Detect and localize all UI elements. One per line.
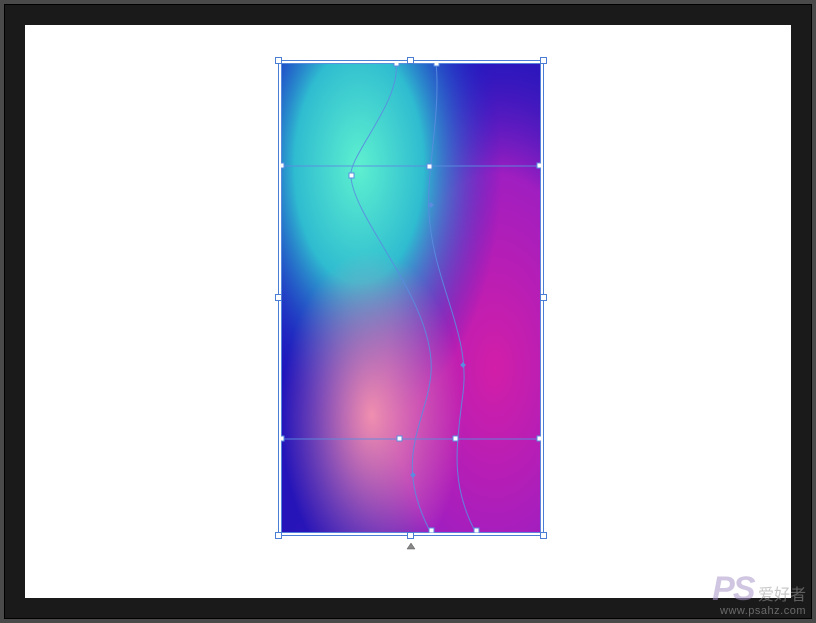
transform-handle-middle-left[interactable] <box>275 294 282 301</box>
app-frame <box>4 4 812 619</box>
transform-handle-top-right[interactable] <box>540 57 547 64</box>
transform-handle-bottom-right[interactable] <box>540 532 547 539</box>
transform-handle-top-middle[interactable] <box>407 57 414 64</box>
transform-handle-bottom-left[interactable] <box>275 532 282 539</box>
transform-handle-top-left[interactable] <box>275 57 282 64</box>
mesh-fill <box>281 63 541 533</box>
gradient-mesh-object[interactable] <box>281 63 541 533</box>
transform-handle-bottom-middle[interactable] <box>407 532 414 539</box>
canvas[interactable] <box>25 25 791 598</box>
transform-handle-middle-right[interactable] <box>540 294 547 301</box>
rotate-anchor-icon[interactable] <box>405 541 417 553</box>
